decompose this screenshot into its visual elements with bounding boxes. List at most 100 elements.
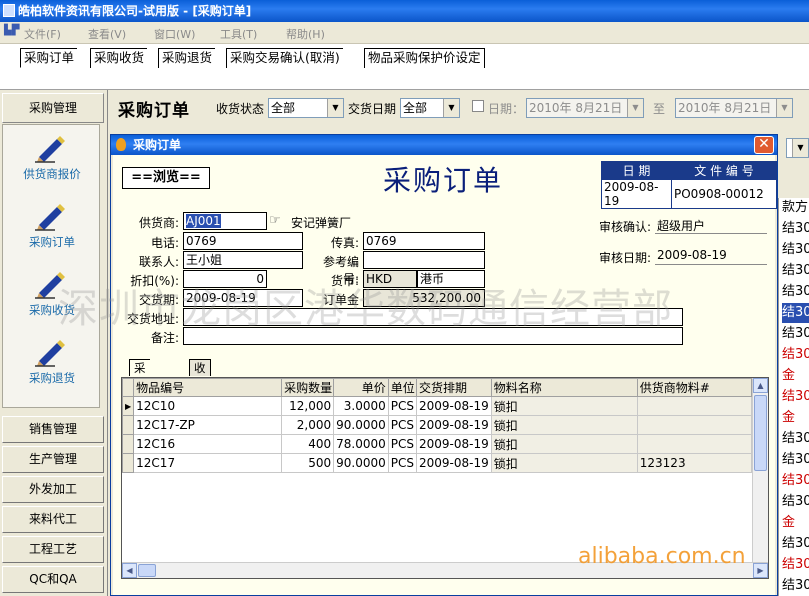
menu-file[interactable]: 文件(F) — [24, 26, 61, 42]
cell-price[interactable]: 90.0000 — [333, 415, 389, 435]
list-item[interactable]: 金 — [782, 408, 809, 428]
cell-supplier-material[interactable] — [636, 396, 752, 416]
cell-supplier-material[interactable] — [636, 415, 752, 435]
list-item[interactable]: 结30 — [782, 555, 809, 575]
list-item[interactable]: 结30 — [782, 450, 809, 470]
close-button[interactable]: ✕ — [754, 136, 774, 154]
sidebar-group-sales[interactable]: 销售管理 — [2, 416, 104, 443]
menu-view[interactable]: 查看(V) — [88, 26, 126, 42]
date-type-select[interactable]: 全部 ▼ — [400, 98, 460, 118]
cell-price[interactable]: 78.0000 — [333, 434, 389, 454]
cell-item-code[interactable]: 12C16 — [133, 434, 283, 454]
col-item-code[interactable]: 物品编号 — [133, 378, 283, 397]
grid-vertical-scrollbar[interactable]: ▲ — [752, 378, 768, 563]
date-from-picker[interactable]: 2010年 8月21日 ▼ — [526, 98, 644, 118]
menu-tools[interactable]: 工具(T) — [220, 26, 257, 42]
list-item[interactable]: 结30 — [782, 492, 809, 512]
table-row[interactable]: 12C17 500 90.0000 PCS 2009-08-19 锁扣 1231… — [122, 453, 767, 473]
cell-qty[interactable]: 12,000 — [281, 396, 335, 416]
list-item[interactable]: 结30 — [782, 324, 809, 344]
col-price[interactable]: 单价 — [333, 378, 389, 397]
list-item[interactable]: 金 — [782, 513, 809, 533]
scroll-thumb[interactable] — [754, 395, 767, 471]
fax-field[interactable]: 0769 — [363, 232, 485, 250]
cell-qty[interactable]: 500 — [281, 453, 335, 473]
sidebar-item-supplier-quote[interactable]: 供货商报价 — [3, 133, 99, 182]
list-item[interactable]: 结30 — [782, 429, 809, 449]
list-item[interactable]: 结30 — [782, 303, 809, 323]
col-supplier-material[interactable]: 供货商物料# — [636, 378, 752, 397]
table-row[interactable]: ▶ 12C10 12,000 3.0000 PCS 2009-08-19 锁扣 — [122, 396, 767, 416]
col-material-name[interactable]: 物料名称 — [490, 378, 638, 397]
tab-purchase-items[interactable]: 采购物料 — [129, 359, 150, 423]
cell-item-code[interactable]: 12C17 — [133, 453, 283, 473]
cell-price[interactable]: 90.0000 — [333, 453, 389, 473]
list-item[interactable]: 结30 — [782, 576, 809, 596]
cell-unit[interactable]: PCS — [387, 396, 418, 416]
mdi-icon[interactable]: ▙▛ — [4, 25, 19, 36]
date-filter-checkbox[interactable] — [472, 100, 484, 112]
tab-purchase-return[interactable]: 采购退货 — [158, 48, 216, 68]
tab-receipt-records[interactable]: 收货记录 — [189, 359, 211, 423]
list-item[interactable]: 结30 — [782, 471, 809, 491]
contact-label: 联系人: — [138, 255, 179, 269]
list-item[interactable]: 结30 — [782, 282, 809, 302]
cell-supplier-material[interactable]: 123123 — [636, 453, 752, 473]
sidebar-group-consignment[interactable]: 来料代工 — [2, 506, 104, 533]
supplier-code-field[interactable]: AJ001 — [183, 212, 267, 230]
cell-qty[interactable]: 400 — [281, 434, 335, 454]
col-qty[interactable]: 采购数量 — [281, 378, 335, 397]
cell-supplier-material[interactable] — [636, 434, 752, 454]
list-item[interactable]: 金 — [782, 366, 809, 386]
tab-purchase-order[interactable]: 采购订单 — [20, 48, 78, 68]
cell-schedule[interactable]: 2009-08-19 — [416, 434, 492, 454]
sidebar-group-qc[interactable]: QC和QA — [2, 566, 104, 593]
contact-field[interactable]: 王小姐 — [183, 251, 303, 269]
list-item[interactable]: 结30 — [782, 240, 809, 260]
cell-item-code[interactable]: 12C10 — [133, 396, 283, 416]
date-to-picker[interactable]: 2010年 8月21日 ▼ — [675, 98, 793, 118]
cell-price[interactable]: 3.0000 — [333, 396, 389, 416]
sidebar-group-outsourcing[interactable]: 外发加工 — [2, 476, 104, 503]
dialog-title-bar[interactable]: 采购订单 — [111, 135, 777, 155]
chevron-up-icon[interactable]: ▲ — [753, 378, 768, 393]
ref-field[interactable] — [363, 251, 485, 269]
chevron-left-icon[interactable]: ◀ — [122, 563, 137, 578]
divider — [655, 264, 767, 265]
col-schedule[interactable]: 交货排期 — [416, 378, 492, 397]
table-row[interactable]: 12C16 400 78.0000 PCS 2009-08-19 锁扣 — [122, 434, 767, 454]
table-row[interactable]: 12C17-ZP 2,000 90.0000 PCS 2009-08-19 锁扣 — [122, 415, 767, 435]
chevron-right-icon[interactable]: ▶ — [753, 563, 768, 578]
col-unit[interactable]: 单位 — [387, 378, 418, 397]
list-item[interactable]: 结30 — [782, 219, 809, 239]
status-select[interactable]: 全部 ▼ — [268, 98, 344, 118]
cell-item-code[interactable]: 12C17-ZP — [133, 415, 283, 435]
tab-purchase-receipt[interactable]: 采购收货 — [90, 48, 148, 68]
sidebar-item-purchase-return[interactable]: 采购退货 — [3, 337, 99, 386]
cell-schedule[interactable]: 2009-08-19 — [416, 453, 492, 473]
cell-schedule[interactable]: 2009-08-19 — [416, 415, 492, 435]
scroll-thumb[interactable] — [138, 564, 156, 577]
lookup-icon[interactable]: ☞ — [269, 213, 281, 228]
sidebar-header[interactable]: 采购管理 — [2, 93, 104, 123]
phone-field[interactable]: 0769 — [183, 232, 303, 250]
sidebar-group-production[interactable]: 生产管理 — [2, 446, 104, 473]
cell-unit[interactable]: PCS — [387, 453, 418, 473]
sidebar-group-engineering[interactable]: 工程工艺 — [2, 536, 104, 563]
tab-purchase-confirm[interactable]: 采购交易确认(取消) — [226, 48, 343, 68]
cell-unit[interactable]: PCS — [387, 434, 418, 454]
list-item[interactable]: 结30 — [782, 345, 809, 365]
cell-qty[interactable]: 2,000 — [281, 415, 335, 435]
menu-window[interactable]: 窗口(W) — [154, 26, 195, 42]
list-item[interactable]: 结30 — [782, 534, 809, 554]
background-select[interactable]: ▼ — [786, 138, 809, 158]
list-item[interactable]: 结30 — [782, 387, 809, 407]
tab-price-protection[interactable]: 物品采购保护价设定 — [364, 48, 485, 68]
menu-help[interactable]: 帮助(H) — [286, 26, 325, 42]
sidebar-item-purchase-order[interactable]: 采购订单 — [3, 201, 99, 250]
cell-schedule[interactable]: 2009-08-19 — [416, 396, 492, 416]
cell-unit[interactable]: PCS — [387, 415, 418, 435]
list-item[interactable]: 结30 — [782, 261, 809, 281]
cell-material-name: 锁扣 — [490, 415, 638, 435]
doc-info-table: 日 期 文 件 编 号 2009-08-19 PO0908-00012 — [601, 161, 777, 209]
